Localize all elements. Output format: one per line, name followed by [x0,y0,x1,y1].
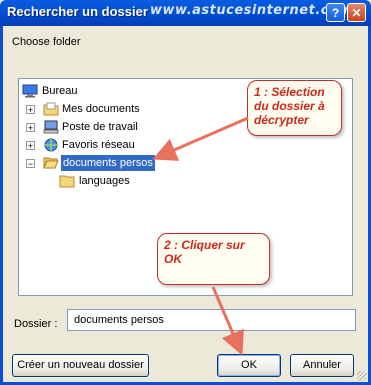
expand-icon[interactable]: + [26,105,35,115]
title-bar[interactable]: Rechercher un dossier www.astucesinterne… [0,0,371,26]
tree-item-label: languages [79,175,130,187]
expand-icon[interactable]: + [26,141,35,151]
folder-icon [59,175,75,188]
expand-icon[interactable]: + [26,123,35,133]
window-title: Rechercher un dossier [7,4,148,19]
tree-item-favoris-reseau[interactable]: + Favoris réseau [26,137,176,153]
my-computer-icon [43,120,59,134]
folder-field-label: Dossier : [14,318,58,330]
folder-input[interactable]: documents persos [67,309,356,331]
tree-item-languages[interactable]: languages [59,173,169,189]
watermark-text: www.astucesinternet.com [150,3,353,18]
tree-item-documents-persos[interactable]: − documents persos [26,155,176,171]
tree-item-mes-documents[interactable]: + Mes documents [26,101,166,117]
tree-item-label: Poste de travail [62,121,138,133]
close-button[interactable]: ✕ [347,3,366,22]
my-documents-icon [43,102,59,116]
tree-item-label: Mes documents [62,103,140,115]
annotation-step2: 2 : Cliquer sur OK [157,233,270,285]
ok-button[interactable]: OK [217,354,281,377]
tree-item-bureau[interactable]: Bureau [22,83,142,99]
desktop-icon [22,84,38,98]
network-icon [44,138,58,152]
tree-item-label: documents persos [61,155,155,171]
tree-item-poste-de-travail[interactable]: + Poste de travail [26,119,176,135]
cancel-button[interactable]: Annuler [290,354,354,377]
tree-item-label: Favoris réseau [62,139,135,151]
resize-grip[interactable] [357,371,367,381]
collapse-icon[interactable]: − [26,159,35,169]
help-button[interactable]: ? [326,3,345,22]
annotation-step1: 1 : Sélection du dossier à décrypter [247,80,342,136]
tree-item-label: Bureau [42,85,78,97]
new-folder-button[interactable]: Créer un nouveau dossier [12,354,149,377]
instruction-text: Choose folder [12,36,81,48]
folder-open-icon [43,157,59,169]
